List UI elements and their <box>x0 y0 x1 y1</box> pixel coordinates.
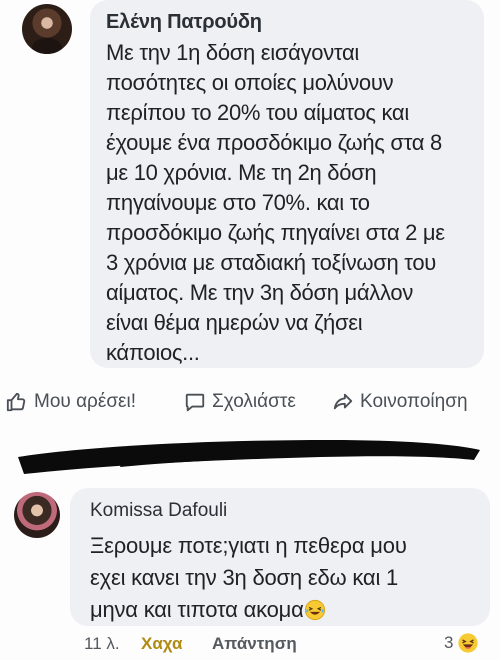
comment-line: Με την 1η δόση εισάγονται <box>106 40 359 65</box>
comment-line: πηγαίνουμε στο 70%. και το <box>106 190 370 215</box>
comment-line: κάποιος... <box>106 340 200 365</box>
comment-bubble-icon <box>184 391 206 413</box>
comment-line: έχουμε ένα προσδόκιμο ζωής στα 8 <box>106 130 442 155</box>
comment-line: ποσότητες οι οποίες μολύνουν <box>106 70 394 95</box>
comment-author-1[interactable]: Ελένη Πατρούδη <box>106 10 470 34</box>
comment-label: Σχολιάστε <box>212 391 296 412</box>
comment-line: προσδόκιμο ζωής πηγαίνει στα 2 με <box>106 220 445 245</box>
post-action-bar: Μου αρέσει! Σχολιάστε Κοινοποίηση <box>0 382 500 422</box>
comment-line: Ξερουμε ποτε;γιατι η πεθερα μου <box>90 533 407 558</box>
comment-text-2: Ξερουμε ποτε;γιατι η πεθερα μου εχει καν… <box>90 530 470 626</box>
comment-bubble-2: Komissa Dafouli Ξερουμε ποτε;γιατι η πεθ… <box>70 488 490 626</box>
comment-line: αίματος. Με την 3η δόση μάλλον <box>106 280 414 305</box>
comment-author-2[interactable]: Komissa Dafouli <box>90 500 474 522</box>
share-arrow-icon <box>332 391 354 413</box>
comment-line: εχει κανει την 3η δοση εδω και 1 <box>90 565 399 590</box>
comment-text-1: Με την 1η δόση εισάγονται ποσότητες οι ο… <box>106 38 456 368</box>
comment-line: 3 χρόνια με σταδιακή τοξίνωση του <box>106 250 437 275</box>
comment-line-text: μηνα και τιποτα ακομα <box>90 597 304 622</box>
comment-bubble-1: Ελένη Πατρούδη Με την 1η δόση εισάγονται… <box>90 0 484 368</box>
haha-reaction-icon <box>458 633 479 653</box>
comment-line: είναι θέμα ημερών να ζήσει <box>106 310 363 335</box>
facebook-comment-thread: Ελένη Πατρούδη Με την 1η δόση εισάγονται… <box>0 0 500 660</box>
thumbs-up-icon <box>6 391 28 413</box>
avatar-eleni[interactable] <box>22 4 72 54</box>
avatar-komissa[interactable] <box>14 492 60 538</box>
reaction-count: 3 <box>444 633 454 652</box>
like-button[interactable]: Μου αρέσει! <box>6 391 136 413</box>
haha-reaction-link[interactable]: Χαχα <box>141 634 182 654</box>
comment-button[interactable]: Σχολιάστε <box>184 391 296 413</box>
reply-link[interactable]: Απάντηση <box>212 634 297 654</box>
comment-line: περίπου το 20% του αίματος και <box>106 100 409 125</box>
share-label: Κοινοποίηση <box>360 391 468 412</box>
comment-timestamp[interactable]: 11 λ. <box>84 634 120 654</box>
redaction-scribble <box>18 440 480 474</box>
laughing-tears-emoji-icon <box>304 599 325 621</box>
comment-line: με 10 χρόνια. Με τη 2η δόση <box>106 160 377 185</box>
comment-meta-row: 11 λ. Χαχα Απάντηση 3 <box>0 632 500 658</box>
share-button[interactable]: Κοινοποίηση <box>332 391 468 413</box>
comment-line: μηνα και τιποτα ακομα <box>90 594 470 626</box>
like-label: Μου αρέσει! <box>34 391 137 412</box>
reaction-summary[interactable]: 3 <box>444 632 479 654</box>
